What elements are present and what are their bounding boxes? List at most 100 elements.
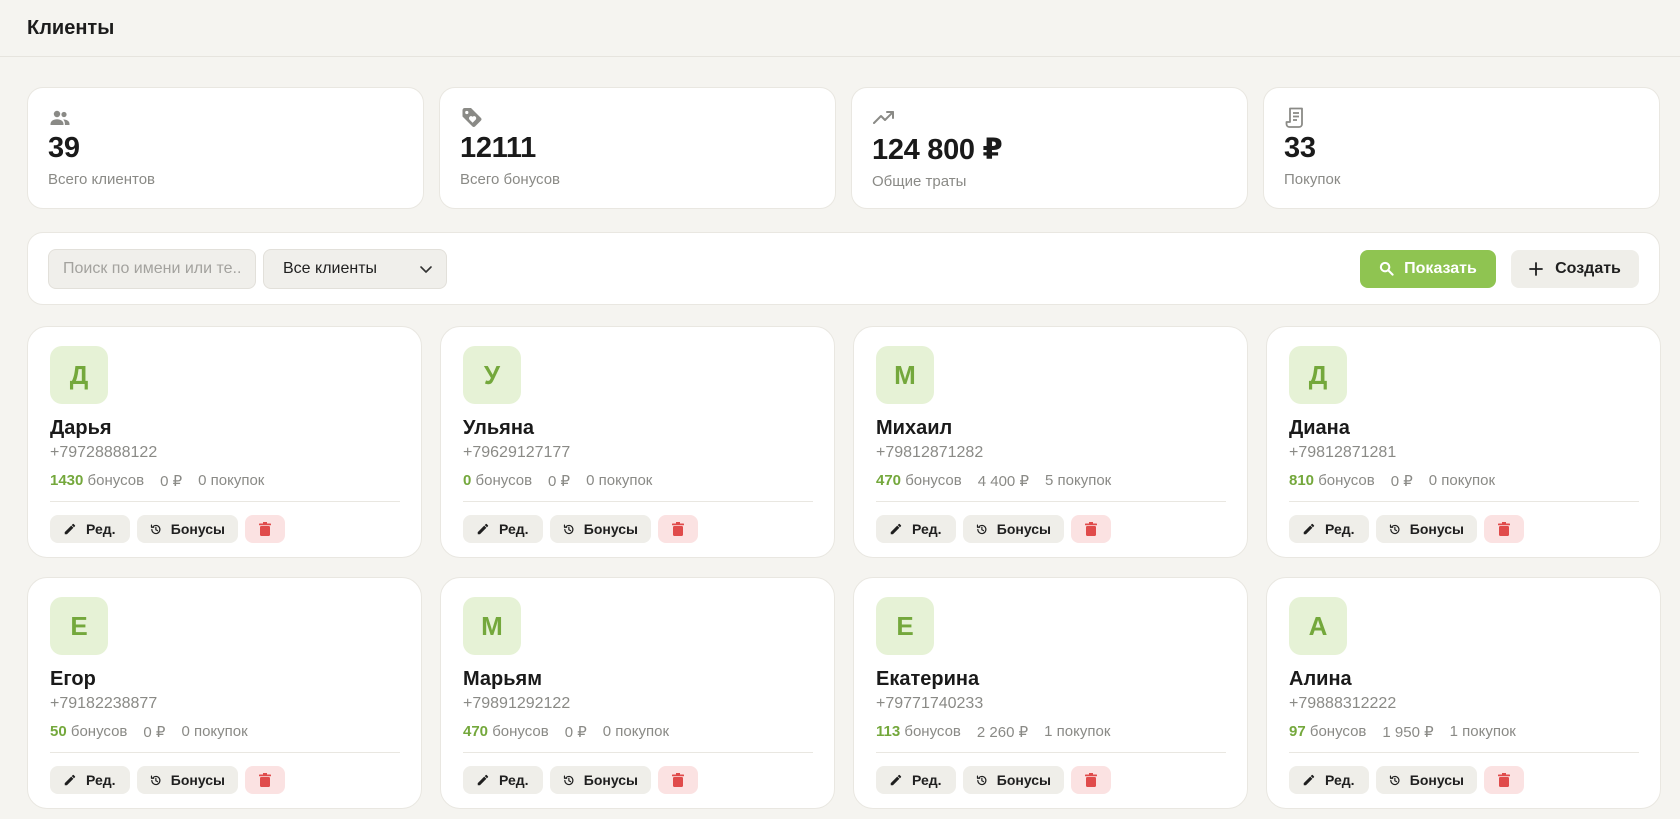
client-phone: +79182238877	[50, 695, 158, 712]
client-name: Диана	[1289, 417, 1350, 439]
edit-button[interactable]: Ред.	[876, 515, 956, 543]
edit-button[interactable]: Ред.	[50, 515, 130, 543]
show-button[interactable]: Показать	[1360, 249, 1496, 288]
client-bonuses: 470 бонусов	[876, 472, 962, 490]
stat-card-clients: 39 Всего клиентов	[27, 87, 424, 209]
edit-button[interactable]: Ред.	[876, 766, 956, 794]
client-spent: 0 ₽	[160, 473, 183, 490]
stat-card-spending: 124 800 ₽ Общие траты	[851, 87, 1248, 209]
client-purchases: 0 покупок	[198, 472, 265, 489]
bonus-count: 97	[1289, 723, 1306, 740]
client-meta: 470 бонусов 0 ₽ 0 покупок	[463, 723, 812, 741]
search-input[interactable]	[48, 248, 256, 289]
avatar: М	[876, 346, 934, 404]
edit-button[interactable]: Ред.	[463, 515, 543, 543]
history-icon	[150, 524, 161, 534]
client-phone: +79728888122	[50, 444, 158, 461]
client-purchases: 0 покупок	[1428, 472, 1496, 489]
divider	[1289, 752, 1639, 753]
delete-button[interactable]	[658, 766, 698, 794]
trash-icon	[672, 522, 684, 536]
client-card: Д Дарья +79728888122 1430 бонусов 0 ₽ 0 …	[27, 326, 422, 558]
delete-button[interactable]	[1071, 766, 1111, 794]
client-name: Ульяна	[463, 417, 535, 439]
bonus-count: 50	[50, 723, 67, 740]
create-button[interactable]: Создать	[1511, 249, 1639, 288]
client-phone: +79812871281	[1289, 444, 1397, 461]
client-name: Алина	[1289, 668, 1352, 690]
delete-button[interactable]	[245, 766, 285, 794]
bonus-button-label: Бонусы	[1409, 772, 1464, 788]
divider	[876, 752, 1226, 753]
edit-button-label: Ред.	[912, 772, 942, 788]
client-card: А Алина +79888312222 97 бонусов 1 950 ₽ …	[1266, 577, 1661, 809]
bonus-button-label: Бонусы	[583, 772, 638, 788]
delete-button[interactable]	[245, 515, 285, 543]
trash-icon	[1498, 522, 1510, 536]
edit-button[interactable]: Ред.	[1289, 515, 1369, 543]
stat-label: Покупок	[1284, 171, 1341, 188]
show-button-label: Показать	[1404, 259, 1477, 277]
client-purchases: 0 покупок	[586, 472, 653, 489]
bonus-count: 113	[876, 723, 901, 740]
stat-label: Всего клиентов	[48, 171, 155, 188]
card-actions: Ред. Бонусы	[50, 766, 399, 794]
divider	[463, 501, 813, 502]
bonus-history-button[interactable]: Бонусы	[963, 766, 1064, 794]
edit-button[interactable]: Ред.	[463, 766, 543, 794]
history-icon	[976, 524, 987, 534]
bonus-history-button[interactable]: Бонусы	[963, 515, 1064, 543]
bonus-button-label: Бонусы	[1409, 521, 1464, 537]
bonus-history-button[interactable]: Бонусы	[550, 515, 651, 543]
bonus-history-button[interactable]: Бонусы	[137, 766, 238, 794]
client-meta: 1430 бонусов 0 ₽ 0 покупок	[50, 472, 399, 490]
pencil-icon	[477, 774, 489, 786]
client-purchases: 5 покупок	[1044, 472, 1112, 489]
client-filter-select[interactable]: Все клиенты	[263, 248, 447, 289]
client-purchases: 1 покупок	[1449, 723, 1516, 740]
trash-icon	[1085, 522, 1097, 536]
edit-button-label: Ред.	[86, 772, 116, 788]
bonus-unit: бонусов	[492, 723, 549, 740]
card-actions: Ред. Бонусы	[876, 766, 1225, 794]
client-spent: 4 400 ₽	[977, 473, 1029, 490]
client-name: Дарья	[50, 417, 112, 439]
stat-card-purchases: 33 Покупок	[1263, 87, 1660, 209]
avatar: Д	[50, 346, 108, 404]
client-name: Марьям	[463, 668, 543, 690]
stat-value: 33	[1284, 132, 1316, 164]
divider	[50, 752, 400, 753]
avatar: М	[463, 597, 521, 655]
client-bonuses: 0 бонусов	[463, 472, 532, 490]
client-card: Д Диана +79812871281 810 бонусов 0 ₽ 0 п…	[1266, 326, 1661, 558]
stat-value: 12111	[460, 132, 536, 164]
client-card: У Ульяна +79629127177 0 бонусов 0 ₽ 0 по…	[440, 326, 835, 558]
avatar: Д	[1289, 346, 1347, 404]
edit-button-label: Ред.	[912, 521, 942, 537]
trash-icon	[672, 773, 684, 787]
delete-button[interactable]	[1071, 515, 1111, 543]
stat-label: Всего бонусов	[460, 171, 561, 188]
client-name: Екатерина	[876, 668, 980, 690]
delete-button[interactable]	[1484, 515, 1524, 543]
edit-button[interactable]: Ред.	[50, 766, 130, 794]
client-bonuses: 470 бонусов	[463, 723, 549, 741]
bonus-unit: бонусов	[1309, 723, 1367, 740]
bonus-unit: бонусов	[70, 723, 128, 740]
pencil-icon	[890, 523, 902, 535]
delete-button[interactable]	[1484, 766, 1524, 794]
trash-icon	[1085, 773, 1097, 787]
avatar: Е	[50, 597, 108, 655]
client-meta: 0 бонусов 0 ₽ 0 покупок	[463, 472, 812, 490]
edit-button-label: Ред.	[1325, 521, 1355, 537]
search-icon	[1380, 261, 1394, 276]
bonus-history-button[interactable]: Бонусы	[550, 766, 651, 794]
client-purchases: 0 покупок	[181, 723, 248, 740]
delete-button[interactable]	[658, 515, 698, 543]
card-actions: Ред. Бонусы	[50, 515, 399, 543]
client-meta: 470 бонусов 4 400 ₽ 5 покупок	[876, 472, 1225, 490]
bonus-history-button[interactable]: Бонусы	[137, 515, 238, 543]
edit-button[interactable]: Ред.	[1289, 766, 1369, 794]
bonus-history-button[interactable]: Бонусы	[1376, 515, 1477, 543]
bonus-history-button[interactable]: Бонусы	[1376, 766, 1477, 794]
